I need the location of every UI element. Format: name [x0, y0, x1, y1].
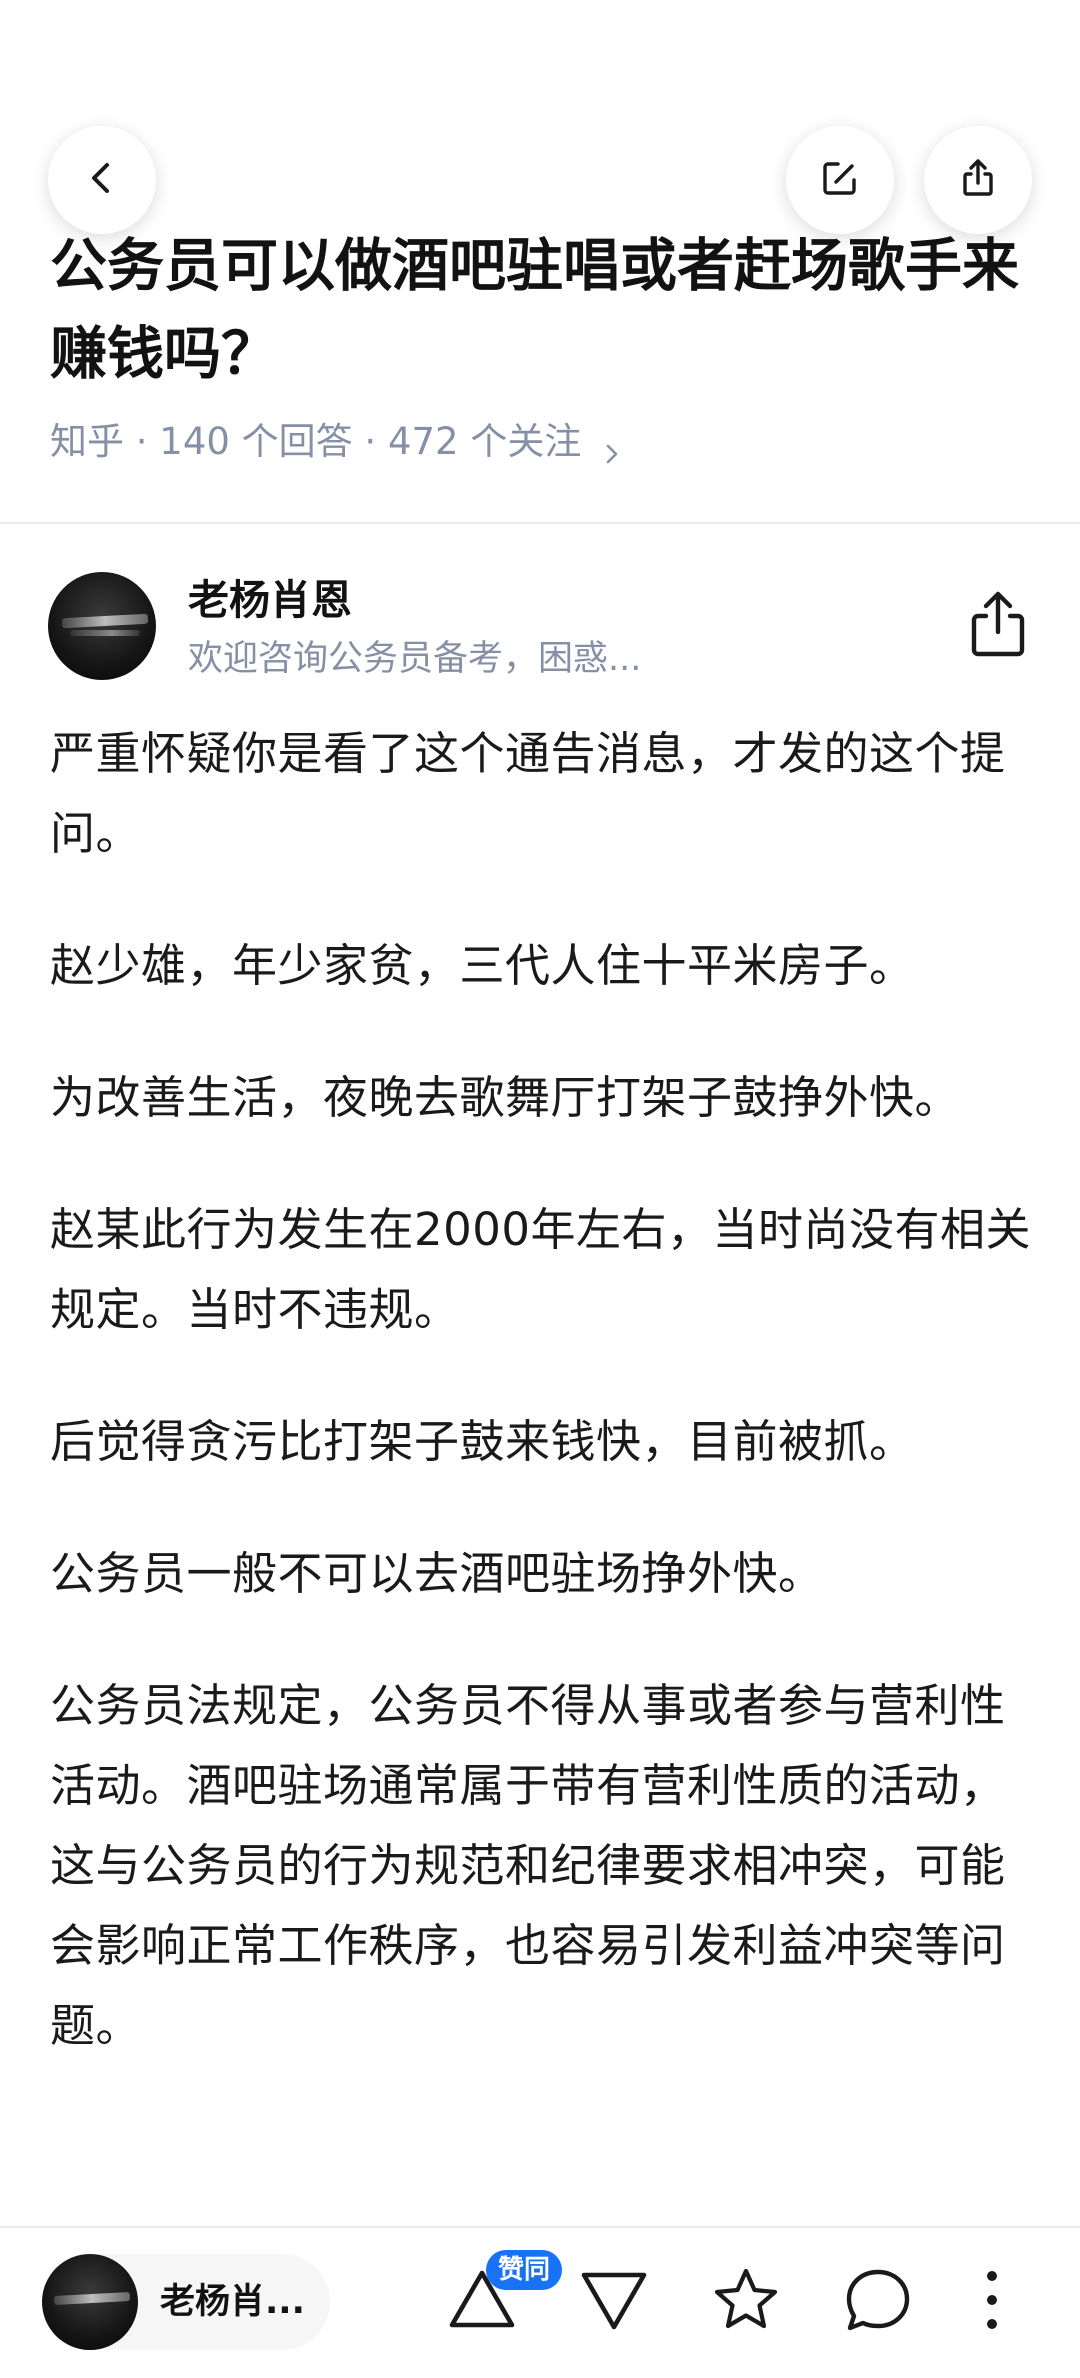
comment-button[interactable]: [828, 2252, 928, 2352]
downvote-button[interactable]: [564, 2252, 664, 2352]
bottom-action-bar: 老杨肖... 赞同: [0, 2226, 1080, 2378]
answer-paragraph: 赵某此行为发生在2000年左右，当时尚没有相关规定。当时不违规。: [50, 1203, 1032, 1336]
answer-content: 严重怀疑你是看了这个通告消息，才发的这个提问。 赵少雄，年少家贫，三代人住十平米…: [50, 714, 1040, 2118]
more-options-button[interactable]: [942, 2252, 1042, 2352]
answer-paragraph: 为改善生活，夜晚去歌舞厅打架子鼓挣外快。: [50, 1071, 961, 1124]
favorite-button[interactable]: [696, 2252, 796, 2352]
author-avatar: [42, 2254, 138, 2350]
back-button[interactable]: [48, 126, 156, 234]
question-meta[interactable]: 知乎 · 140 个回答 · 472 个关注: [50, 412, 627, 472]
answer-paragraph: 后觉得贪污比打架子鼓来钱快，目前被抓。: [50, 1415, 915, 1468]
bottom-author-name: 老杨肖...: [160, 2282, 305, 2322]
question-title: 公务员可以做酒吧驻唱或者赶场歌手来赚钱吗？: [50, 233, 1019, 387]
share-icon: [956, 156, 1000, 204]
edit-icon: [818, 156, 862, 204]
answer-paragraph: 公务员一般不可以去酒吧驻场挣外快。: [50, 1547, 824, 1600]
write-answer-button[interactable]: [786, 126, 894, 234]
answer-paragraph: 公务员法规定，公务员不得从事或者参与营利性活动。酒吧驻场通常属于带有营利性质的活…: [50, 1679, 1006, 2052]
triangle-down-icon: [577, 2263, 651, 2341]
answer-paragraph: 赵少雄，年少家贫，三代人住十平米房子。: [50, 939, 915, 992]
bottom-author-pill[interactable]: 老杨肖...: [42, 2254, 330, 2350]
answer-paragraph: 严重怀疑你是看了这个通告消息，才发的这个提问。: [50, 727, 1006, 860]
comment-bubble-icon: [841, 2263, 915, 2341]
share-icon: [966, 591, 1030, 664]
more-vertical-icon: [982, 2265, 1002, 2339]
author-name[interactable]: 老杨肖恩: [188, 572, 352, 628]
question-stats: 知乎 · 140 个回答 · 472 个关注: [50, 420, 582, 463]
answer-author-row: 老杨肖恩 欢迎咨询公务员备考，困惑...: [48, 572, 1032, 684]
upvote-badge: 赞同: [486, 2250, 563, 2290]
answer-share-button[interactable]: [966, 588, 1030, 660]
author-bio: 欢迎咨询公务员备考，困惑...: [188, 639, 642, 679]
chevron-left-icon: [80, 156, 124, 204]
share-button[interactable]: [924, 126, 1032, 234]
chevron-right-icon: [597, 427, 627, 464]
section-divider: [0, 522, 1080, 524]
author-avatar[interactable]: [48, 572, 156, 680]
star-icon: [709, 2263, 783, 2341]
